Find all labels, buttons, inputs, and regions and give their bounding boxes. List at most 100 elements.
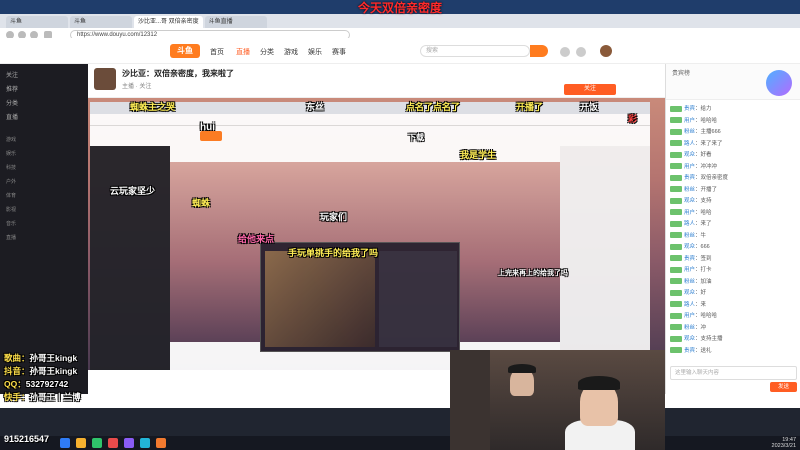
chat-username[interactable]: 用户 [684, 210, 695, 216]
douyu-icon[interactable] [156, 438, 166, 448]
sidebar-item-live[interactable]: 直播 [6, 112, 18, 121]
sidebar-row[interactable]: 娱乐 [6, 150, 82, 158]
sidebar-row[interactable]: 科技 [6, 164, 82, 172]
app-icon[interactable] [60, 438, 70, 448]
sidebar-row[interactable]: 音乐 [6, 220, 82, 228]
sidebar-row-label: 户外 [6, 179, 17, 185]
level-badge-icon [670, 243, 682, 250]
chat-username[interactable]: 路人 [684, 302, 695, 308]
browser-tab[interactable]: 斗鱼 [6, 16, 68, 28]
chat-username[interactable]: 粉丝 [684, 279, 695, 285]
sidebar-item-follow[interactable]: 关注 [6, 70, 18, 79]
level-badge-icon [670, 347, 682, 354]
browser-tab[interactable]: 斗鱼 [70, 16, 132, 28]
danmaku-text: 玩家们 [320, 212, 348, 222]
nav-category[interactable]: 分类 [260, 47, 274, 57]
danmaku: 蜘蛛 [192, 196, 210, 209]
chat-username[interactable]: 贵宾 [684, 106, 695, 112]
activity-badge-icon[interactable] [766, 70, 792, 96]
chat-input[interactable]: 这里输入聊天内容 [670, 366, 797, 380]
chat-username[interactable]: 观众 [684, 336, 695, 342]
taskbar-clock[interactable]: 19:47 2023/3/21 [772, 437, 796, 449]
chat-message: 观众：好 [670, 288, 796, 298]
danmaku-text: 下载 [408, 133, 424, 142]
chat-message: 观众：好看 [670, 150, 796, 160]
video-player[interactable]: 蜘蛛主之哭 东丝 点名了点名了 开播了 开饭 hui 我是学生 云玩家坚少 蜘蛛… [88, 98, 665, 370]
chat-message: 用户：哈哈哈 [670, 311, 796, 321]
tab-bar: 斗鱼 斗鱼 沙比亚...哥 双倍亲密度 斗鱼直播 [0, 14, 800, 28]
nav-home[interactable]: 首页 [210, 47, 224, 57]
follow-button[interactable]: 关注 [564, 84, 616, 95]
chat-text: 打卡 [700, 267, 712, 273]
chat-text: 加油 [700, 278, 712, 285]
chat-username[interactable]: 用户 [684, 267, 695, 273]
chat-username[interactable]: 观众 [684, 244, 695, 250]
history-icon[interactable] [560, 47, 570, 57]
nested-chat [560, 146, 650, 370]
chat-message: 贵宾：签到 [670, 254, 796, 264]
level-badge-icon [670, 163, 682, 170]
chat-text: 冲 [700, 324, 707, 331]
chat-username[interactable]: 粉丝 [684, 129, 695, 135]
app-icon[interactable] [108, 438, 118, 448]
avatar[interactable] [600, 45, 612, 57]
sidebar-row[interactable]: 体育 [6, 192, 82, 200]
sidebar-row-label: 科技 [6, 165, 17, 171]
danmaku: 开播了 [516, 100, 543, 113]
chat-text: 哈哈哈 [700, 117, 718, 124]
app-icon[interactable] [124, 438, 134, 448]
chat-username[interactable]: 用户 [684, 164, 695, 170]
chat-username[interactable]: 用户 [684, 313, 695, 319]
chat-message: 粉丝：开播了 [670, 185, 796, 195]
level-badge-icon [670, 278, 682, 285]
chat-username[interactable]: 观众 [684, 290, 695, 296]
info-value: 孙哥王丨兰博 [29, 392, 81, 402]
sidebar-item-recommend[interactable]: 推荐 [6, 84, 18, 93]
chat-text: 冲冲冲 [700, 163, 718, 170]
chat-username[interactable]: 观众 [684, 198, 695, 204]
sidebar-item-category[interactable]: 分类 [6, 98, 18, 107]
download-icon[interactable] [576, 47, 586, 57]
streamer-avatar[interactable] [94, 68, 116, 90]
douyu-logo[interactable]: 斗鱼 [170, 44, 200, 58]
send-button[interactable]: 发送 [770, 382, 797, 392]
sidebar-row[interactable]: 影视 [6, 206, 82, 214]
chat-message: 粉丝：主播666 [670, 127, 796, 137]
chat-username[interactable]: 路人 [684, 221, 695, 227]
chat-username[interactable]: 用户 [684, 118, 695, 124]
person-hair [578, 376, 620, 390]
app-icon[interactable] [92, 438, 102, 448]
chat-username[interactable]: 贵宾 [684, 175, 695, 181]
sidebar-row[interactable]: 户外 [6, 178, 82, 186]
chat-username[interactable]: 粉丝 [684, 233, 695, 239]
chat-text: 主播666 [700, 129, 721, 135]
browser-tab-active[interactable]: 沙比亚...哥 双倍亲密度 [134, 16, 203, 28]
level-badge-icon [670, 232, 682, 239]
chat-username[interactable]: 粉丝 [684, 325, 695, 331]
chat-username[interactable]: 贵宾 [684, 348, 695, 354]
chat-username[interactable]: 贵宾 [684, 256, 695, 262]
danmaku: 蜘蛛主之哭 [130, 100, 175, 113]
chat-username[interactable]: 路人 [684, 141, 695, 147]
sidebar-row[interactable]: 直播 [6, 234, 82, 242]
chat-message: 用户：打卡 [670, 265, 796, 275]
search-input[interactable]: 搜索 [420, 45, 530, 57]
search-icon[interactable] [530, 45, 548, 57]
danmaku: 点名了点名了 [406, 100, 460, 113]
folder-icon[interactable] [76, 438, 86, 448]
chat-username[interactable]: 粉丝 [684, 187, 695, 193]
browser-icon[interactable] [140, 438, 150, 448]
chat-username[interactable]: 观众 [684, 152, 695, 158]
danmaku: 彩 [628, 112, 637, 125]
level-badge-icon [670, 140, 682, 147]
danmaku: 下载 [408, 132, 424, 143]
nav-game[interactable]: 游戏 [284, 47, 298, 57]
nav-live[interactable]: 直播 [236, 47, 250, 57]
chat-text: 好看 [700, 152, 712, 158]
browser-tab[interactable]: 斗鱼直播 [204, 16, 267, 28]
nav-events[interactable]: 赛事 [332, 47, 346, 57]
danmaku-text: 给他来点 [238, 234, 275, 244]
nav-entertainment[interactable]: 娱乐 [308, 47, 322, 57]
danmaku-text: 开播了 [516, 102, 544, 112]
sidebar-row[interactable]: 游戏 [6, 136, 82, 144]
